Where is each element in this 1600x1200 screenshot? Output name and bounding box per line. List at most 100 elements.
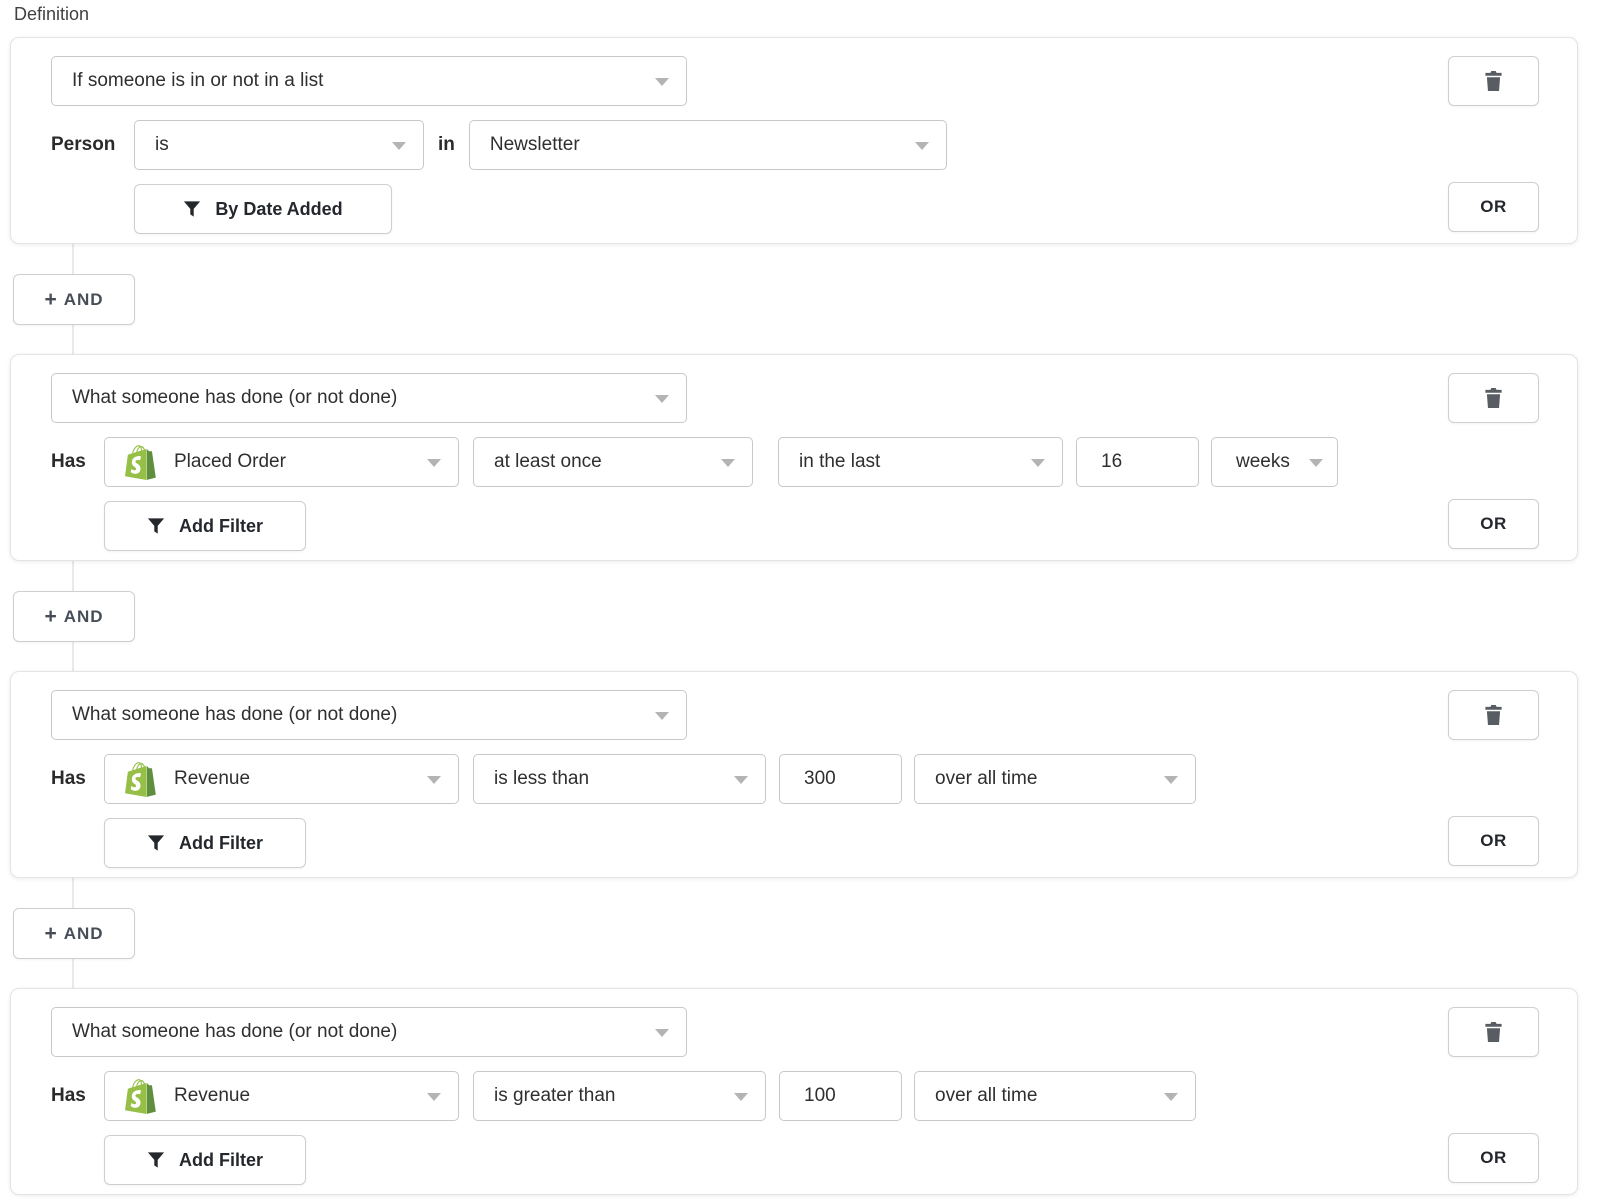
condition-type-value: If someone is in or not in a list — [72, 70, 323, 92]
condition-type-select[interactable]: What someone has done (or not done) — [51, 690, 687, 740]
delete-condition-button[interactable] — [1448, 56, 1539, 106]
condition-card-revenue-less: What someone has done (or not done) Has … — [10, 671, 1578, 878]
has-label: Has — [51, 768, 91, 790]
metric-select[interactable]: Revenue — [104, 1071, 459, 1121]
filter-funnel-icon — [147, 1151, 165, 1169]
chevron-down-icon — [721, 459, 735, 467]
chevron-down-icon — [1164, 1093, 1178, 1101]
and-label: AND — [64, 607, 104, 627]
operator-value: is greater than — [494, 1085, 615, 1107]
condition-type-select[interactable]: If someone is in or not in a list — [51, 56, 687, 106]
behavior-condition-row: Has Revenue is less than over all time — [51, 754, 1448, 804]
metric-select[interactable]: Placed Order — [104, 437, 459, 487]
is-or-not-select[interactable]: is — [134, 120, 424, 170]
timeframe-select[interactable]: over all time — [914, 1071, 1196, 1121]
amount-input[interactable] — [779, 1071, 902, 1121]
list-select[interactable]: Newsletter — [469, 120, 947, 170]
chevron-down-icon — [427, 459, 441, 467]
operator-select[interactable]: is less than — [473, 754, 766, 804]
shopify-icon — [125, 445, 156, 480]
has-label: Has — [51, 451, 91, 473]
condition-type-row: What someone has done (or not done) — [51, 690, 1448, 740]
metric-value: Placed Order — [174, 451, 286, 473]
time-unit-value: weeks — [1236, 451, 1290, 473]
by-date-added-label: By Date Added — [215, 199, 342, 220]
trash-icon — [1484, 71, 1503, 92]
person-condition-row: Person is in Newsletter — [51, 120, 1448, 170]
plus-icon: + — [44, 606, 56, 627]
filter-row: By Date Added — [134, 184, 1448, 234]
add-filter-button[interactable]: Add Filter — [104, 1135, 306, 1185]
list-value: Newsletter — [490, 134, 580, 156]
chevron-down-icon — [734, 776, 748, 784]
page-title: Definition — [14, 4, 1600, 25]
timeframe-value: over all time — [935, 1085, 1037, 1107]
condition-type-select[interactable]: What someone has done (or not done) — [51, 373, 687, 423]
metric-value: Revenue — [174, 768, 250, 790]
delete-condition-button[interactable] — [1448, 690, 1539, 740]
timeframe-select[interactable]: in the last — [778, 437, 1063, 487]
add-and-condition-button[interactable]: + AND — [13, 908, 135, 959]
timeframe-select[interactable]: over all time — [914, 754, 1196, 804]
is-or-not-value: is — [155, 134, 169, 156]
chevron-down-icon — [655, 395, 669, 403]
in-label: in — [438, 134, 455, 156]
operator-value: is less than — [494, 768, 589, 790]
card-side-actions: OR — [1448, 1007, 1539, 1183]
add-and-condition-button[interactable]: + AND — [13, 591, 135, 642]
condition-card-revenue-greater: What someone has done (or not done) Has … — [10, 988, 1578, 1195]
shopify-icon — [125, 1079, 156, 1114]
chevron-down-icon — [427, 1093, 441, 1101]
condition-type-row: If someone is in or not in a list — [51, 56, 1448, 106]
chevron-down-icon — [655, 1029, 669, 1037]
delete-condition-button[interactable] — [1448, 1007, 1539, 1057]
add-and-condition-button[interactable]: + AND — [13, 274, 135, 325]
or-button[interactable]: OR — [1448, 1133, 1539, 1183]
chevron-down-icon — [734, 1093, 748, 1101]
add-filter-label: Add Filter — [179, 833, 263, 854]
segment-definition-page: Definition If someone is in or not in a … — [0, 0, 1600, 1200]
time-unit-select[interactable]: weeks — [1211, 437, 1338, 487]
chevron-down-icon — [915, 142, 929, 150]
by-date-added-button[interactable]: By Date Added — [134, 184, 392, 234]
condition-type-select[interactable]: What someone has done (or not done) — [51, 1007, 687, 1057]
add-filter-button[interactable]: Add Filter — [104, 818, 306, 868]
condition-card-list-membership: If someone is in or not in a list Person… — [10, 37, 1578, 244]
add-filter-label: Add Filter — [179, 1150, 263, 1171]
card-side-actions: OR — [1448, 690, 1539, 866]
add-filter-label: Add Filter — [179, 516, 263, 537]
card-side-actions: OR — [1448, 56, 1539, 232]
operator-select[interactable]: is greater than — [473, 1071, 766, 1121]
trash-icon — [1484, 1022, 1503, 1043]
person-label: Person — [51, 134, 122, 156]
timeframe-value-input[interactable] — [1076, 437, 1199, 487]
card-main: What someone has done (or not done) Has … — [51, 1007, 1448, 1183]
chevron-down-icon — [427, 776, 441, 784]
or-button[interactable]: OR — [1448, 499, 1539, 549]
chevron-down-icon — [1164, 776, 1178, 784]
frequency-select[interactable]: at least once — [473, 437, 753, 487]
metric-value: Revenue — [174, 1085, 250, 1107]
condition-builder: If someone is in or not in a list Person… — [10, 37, 1578, 1195]
chevron-down-icon — [1309, 459, 1323, 467]
has-label: Has — [51, 1085, 91, 1107]
timeframe-value: in the last — [799, 451, 880, 473]
shopify-icon — [125, 762, 156, 797]
delete-condition-button[interactable] — [1448, 373, 1539, 423]
filter-funnel-icon — [147, 517, 165, 535]
or-button[interactable]: OR — [1448, 816, 1539, 866]
and-label: AND — [64, 290, 104, 310]
card-main: What someone has done (or not done) Has … — [51, 373, 1448, 549]
amount-input[interactable] — [779, 754, 902, 804]
filter-row: Add Filter — [104, 501, 1448, 551]
or-button[interactable]: OR — [1448, 182, 1539, 232]
chevron-down-icon — [1031, 459, 1045, 467]
condition-type-value: What someone has done (or not done) — [72, 704, 397, 726]
condition-type-row: What someone has done (or not done) — [51, 373, 1448, 423]
frequency-value: at least once — [494, 451, 602, 473]
filter-row: Add Filter — [104, 818, 1448, 868]
add-filter-button[interactable]: Add Filter — [104, 501, 306, 551]
card-main: What someone has done (or not done) Has … — [51, 690, 1448, 866]
card-main: If someone is in or not in a list Person… — [51, 56, 1448, 232]
metric-select[interactable]: Revenue — [104, 754, 459, 804]
